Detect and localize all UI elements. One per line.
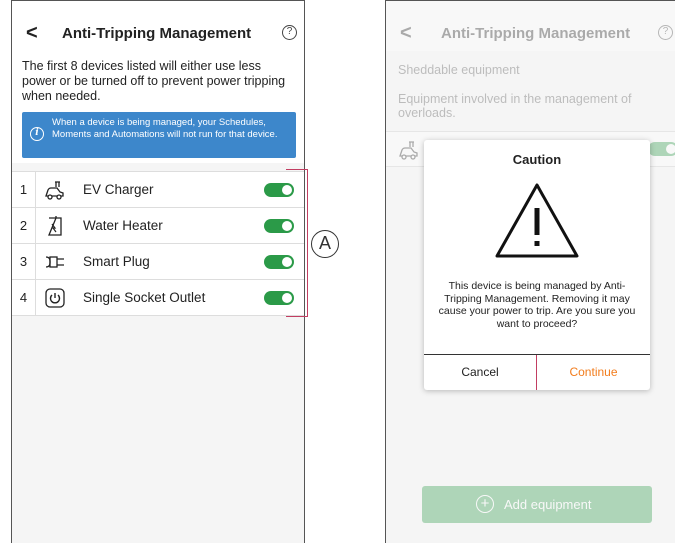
device-label: Single Socket Outlet bbox=[83, 290, 206, 305]
page-title: Anti-Tripping Management bbox=[62, 25, 252, 42]
equipment-toggle[interactable] bbox=[648, 142, 675, 156]
help-icon[interactable]: ? bbox=[282, 25, 297, 40]
ev-charger-icon bbox=[45, 181, 64, 200]
water-heater-icon bbox=[48, 216, 62, 236]
device-label: Smart Plug bbox=[83, 254, 150, 269]
warning-icon bbox=[495, 183, 579, 258]
callout-bracket-top bbox=[286, 169, 308, 170]
ev-charger-icon bbox=[399, 141, 418, 160]
back-icon[interactable]: < bbox=[400, 23, 412, 43]
dialog-title: Caution bbox=[512, 152, 562, 167]
back-icon[interactable]: < bbox=[26, 23, 38, 43]
device-number: 1 bbox=[12, 172, 36, 207]
toggle-knob bbox=[282, 293, 292, 303]
toggle-knob bbox=[666, 144, 675, 154]
device-row-smart-plug[interactable]: 3 Smart Plug bbox=[12, 244, 304, 280]
toggle-knob bbox=[282, 185, 292, 195]
section-description: Equipment involved in the management of … bbox=[398, 92, 632, 120]
section-title: Sheddable equipment bbox=[398, 63, 520, 77]
callout-bracket-bottom bbox=[286, 316, 308, 317]
device-row-water-heater[interactable]: 2 Water Heater bbox=[12, 208, 304, 244]
device-toggle[interactable] bbox=[264, 183, 294, 197]
dialog-message: This device is being managed by Anti-Tri… bbox=[438, 280, 636, 330]
callout-bracket-side bbox=[307, 169, 308, 317]
socket-outlet-icon bbox=[45, 288, 65, 308]
device-toggle[interactable] bbox=[264, 291, 294, 305]
add-equipment-button[interactable]: + Add equipment bbox=[422, 486, 652, 523]
header: < Anti-Tripping Management ? bbox=[386, 1, 675, 51]
callout-label: A bbox=[311, 230, 339, 258]
header: < Anti-Tripping Management ? bbox=[12, 1, 304, 51]
device-label: Water Heater bbox=[83, 218, 163, 233]
cancel-button[interactable]: Cancel bbox=[424, 355, 537, 390]
device-number: 3 bbox=[12, 244, 36, 279]
device-row-socket-outlet[interactable]: 4 Single Socket Outlet bbox=[12, 280, 304, 316]
dialog-actions: Cancel Continue bbox=[424, 354, 650, 390]
smart-plug-icon bbox=[45, 256, 64, 268]
device-label: EV Charger bbox=[83, 182, 154, 197]
continue-button[interactable]: Continue bbox=[537, 355, 650, 390]
device-list: 1 EV Charger 2 Water Heater 3 Smart Plug… bbox=[12, 171, 304, 316]
toggle-knob bbox=[282, 221, 292, 231]
info-icon: i bbox=[30, 127, 44, 141]
plus-icon: + bbox=[476, 495, 494, 513]
add-equipment-label: Add equipment bbox=[504, 497, 592, 512]
info-text: When a device is being managed, your Sch… bbox=[52, 117, 278, 140]
intro-section: The first 8 devices listed will either u… bbox=[12, 51, 304, 163]
page-title: Anti-Tripping Management bbox=[441, 25, 631, 42]
info-banner: i When a device is being managed, your S… bbox=[22, 112, 296, 158]
caution-dialog: Caution This device is being managed by … bbox=[424, 140, 650, 390]
device-row-ev-charger[interactable]: 1 EV Charger bbox=[12, 172, 304, 208]
intro-text: The first 8 devices listed will either u… bbox=[22, 59, 286, 103]
left-screen: < Anti-Tripping Management ? The first 8… bbox=[11, 0, 305, 543]
help-icon[interactable]: ? bbox=[658, 25, 673, 40]
device-number: 4 bbox=[12, 280, 36, 315]
device-number: 2 bbox=[12, 208, 36, 243]
device-toggle[interactable] bbox=[264, 255, 294, 269]
device-toggle[interactable] bbox=[264, 219, 294, 233]
toggle-knob bbox=[282, 257, 292, 267]
